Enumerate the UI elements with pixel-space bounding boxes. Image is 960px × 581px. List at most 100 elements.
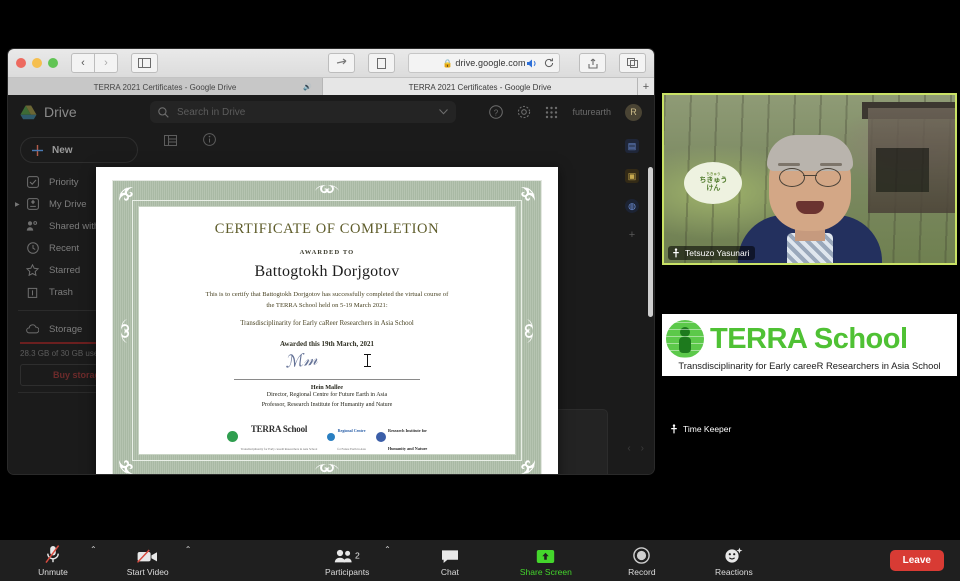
chat-button[interactable]: Chat xyxy=(415,545,485,577)
glasses-bridge xyxy=(802,175,817,177)
maximize-window-button[interactable] xyxy=(48,58,58,68)
participant-name: Time Keeper xyxy=(683,424,732,434)
close-window-button[interactable] xyxy=(16,58,26,68)
list-view-icon[interactable] xyxy=(164,133,177,151)
sidebar-item-label: Storage xyxy=(49,323,83,335)
details-info-icon[interactable] xyxy=(203,133,216,151)
video-house xyxy=(867,108,955,213)
audio-options-chevron-icon[interactable]: ⌃ xyxy=(90,545,97,554)
record-button[interactable]: Record xyxy=(607,545,677,577)
sign-line2: けん xyxy=(706,185,721,193)
share-screen-button[interactable]: Share Screen xyxy=(511,545,581,577)
page-scrollbar[interactable] xyxy=(648,167,653,317)
reload-icon xyxy=(544,58,554,68)
share-icon[interactable] xyxy=(328,53,355,73)
terra-school-banner: TERRA School Transdisciplinarity for Ear… xyxy=(662,314,957,376)
export-icon[interactable] xyxy=(579,53,606,73)
rihn-logo: ​ Research Institute for Humanity and Na… xyxy=(375,419,428,454)
new-button-label: New xyxy=(52,144,73,156)
video-person xyxy=(737,135,882,263)
sidebar-item-label: Recent xyxy=(49,242,80,254)
certificate-document: CERTIFICATE OF COMPLETION AWARDED TO Bat… xyxy=(112,180,542,474)
keep-app-icon[interactable]: ▣ xyxy=(625,169,639,183)
reactions-button[interactable]: Reactions xyxy=(699,545,769,577)
drive-logo-label: Drive xyxy=(44,104,77,120)
share-screen-icon xyxy=(536,545,555,564)
record-icon xyxy=(633,545,651,564)
terra-banner-title: TERRA School xyxy=(710,322,908,355)
lock-icon: 🔒 xyxy=(442,58,453,68)
pin-icon xyxy=(670,424,678,434)
start-video-button[interactable]: Start Video xyxy=(113,545,183,577)
drive-side-rail[interactable]: ▤ ▣ ◍ + xyxy=(618,135,646,241)
sidebar-item-label: My Drive xyxy=(49,198,87,210)
drive-header-actions[interactable]: ? futurearth R xyxy=(489,103,654,121)
terra-banner-row: TERRA School xyxy=(662,319,957,359)
prev-page-icon[interactable]: ‹ xyxy=(627,443,630,454)
chevron-right-icon[interactable]: ▶ xyxy=(15,201,20,208)
help-icon[interactable]: ? xyxy=(489,105,504,119)
drive-icon xyxy=(26,198,39,211)
new-button[interactable]: New xyxy=(20,137,138,163)
next-page-icon[interactable]: › xyxy=(641,443,644,454)
terra-globe-icon xyxy=(666,320,704,358)
pagination-arrows[interactable]: ‹ › xyxy=(627,443,644,454)
cloud-icon xyxy=(26,323,39,336)
avatar[interactable]: R xyxy=(625,103,642,121)
participants-chevron-icon[interactable]: ⌃ xyxy=(384,545,391,554)
minimize-window-button[interactable] xyxy=(32,58,42,68)
video-tile-time-keeper[interactable]: TERRA School Transdisciplinarity for Ear… xyxy=(662,267,957,439)
tasks-app-icon[interactable]: ◍ xyxy=(625,199,639,213)
participants-button[interactable]: 28 Participants xyxy=(312,545,382,577)
forward-button[interactable]: › xyxy=(95,53,118,73)
shared-icon xyxy=(26,220,39,233)
sidebar-item-label: Trash xyxy=(49,286,73,298)
drive-logo[interactable]: Drive xyxy=(8,104,150,120)
person-glasses xyxy=(778,168,841,187)
tab-audio-icon[interactable]: 🔊 xyxy=(303,83,312,91)
browser-tab-2[interactable]: TERRA 2021 Certificates - Google Drive xyxy=(323,78,638,96)
add-app-icon[interactable]: + xyxy=(629,229,635,241)
window-controls[interactable] xyxy=(16,58,58,68)
svg-text:?: ? xyxy=(494,108,499,117)
settings-gear-icon[interactable] xyxy=(517,105,531,119)
apps-grid-icon[interactable] xyxy=(545,106,558,119)
recipient-name: Battogtokh Dorjgotov xyxy=(254,263,400,280)
sidebar-item-label: Starred xyxy=(49,264,81,276)
zoom-toolbar-left: Unmute ⌃ Start Video ⌃ xyxy=(0,545,191,577)
text-cursor xyxy=(364,354,371,368)
participant-name: Tetsuzo Yasunari xyxy=(685,248,750,258)
person-brow-right xyxy=(819,163,842,166)
new-tab-button[interactable]: + xyxy=(638,78,654,96)
regional-centre-mark-icon xyxy=(327,432,336,441)
zoom-toolbar-right: Leave xyxy=(889,550,960,571)
address-bar-actions[interactable] xyxy=(527,58,554,68)
reader-view-icon[interactable] xyxy=(368,53,395,73)
navigation-buttons[interactable]: ‹ › xyxy=(71,53,118,73)
sidebar-toggle-button[interactable] xyxy=(131,53,158,73)
search-input[interactable]: Search in Drive xyxy=(150,101,456,123)
search-placeholder: Search in Drive xyxy=(177,106,246,118)
globe-icon xyxy=(226,431,238,443)
browser-tab-1[interactable]: TERRA 2021 Certificates - Google Drive 🔊 xyxy=(8,78,323,96)
rihn-line2: Humanity and Nature xyxy=(387,445,428,451)
leave-button[interactable]: Leave xyxy=(889,550,944,571)
zoom-toolbar: Unmute ⌃ Start Video ⌃ 28 xyxy=(0,540,960,581)
tab-title: TERRA 2021 Certificates - Google Drive xyxy=(408,82,552,92)
search-icon xyxy=(158,106,169,118)
back-button[interactable]: ‹ xyxy=(71,53,95,73)
zoom-toolbar-center: 28 Participants ⌃ Chat Share Screen xyxy=(312,545,769,577)
microphone-muted-icon xyxy=(45,544,61,564)
video-options-chevron-icon[interactable]: ⌃ xyxy=(185,545,192,554)
participants-count: 28 xyxy=(355,550,360,560)
sidebar-item-label: Priority xyxy=(49,176,79,188)
new-tab-overview-icon[interactable] xyxy=(619,53,646,73)
person-brow-left xyxy=(777,163,800,166)
account-name[interactable]: futurearth xyxy=(572,107,611,117)
certificate-canvas: CERTIFICATE OF COMPLETION AWARDED TO Bat… xyxy=(138,206,516,455)
unmute-button[interactable]: Unmute xyxy=(18,544,88,577)
address-bar[interactable]: 🔒 drive.google.com xyxy=(408,53,560,73)
video-tile-speaker[interactable]: ちきゅう ちきゅう けん Tetsuzo Yasunari xyxy=(662,93,957,265)
edge-flourish-icon xyxy=(524,318,533,343)
calendar-app-icon[interactable]: ▤ xyxy=(625,139,639,153)
